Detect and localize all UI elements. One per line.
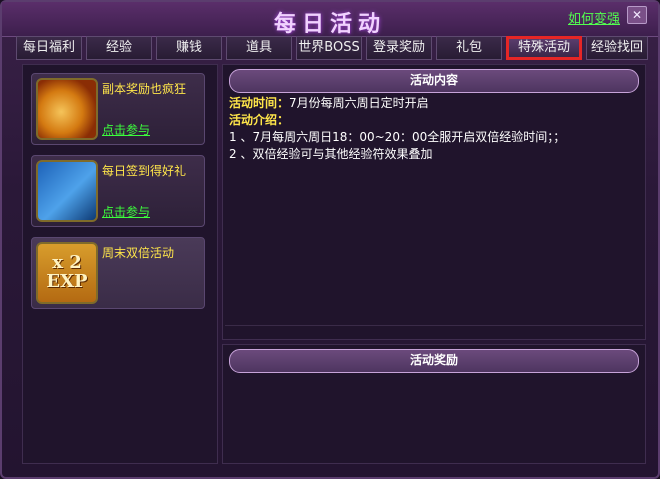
activity-time-label: 活动时间： <box>229 96 290 110</box>
close-icon: ✕ <box>631 8 643 22</box>
activity-rewards-header: 活动奖励 <box>229 349 639 373</box>
activity-content-panel: 活动内容 活动时间：7月份每周六周日定时开启 活动介绍： 1 、7月每周六周日1… <box>222 64 646 340</box>
activity-intro-line: 1 、7月每周六周日18：00~20：00全服开启双倍经验时间；； <box>229 130 566 144</box>
join-link[interactable]: 点击参与 <box>102 121 150 138</box>
join-link[interactable]: 点击参与 <box>102 203 150 220</box>
close-button[interactable]: ✕ <box>627 6 647 24</box>
daily-activity-window: 每日活动 如何变强 ✕ 每日福利 经验 赚钱 道具 世界BOSS 登录奖励 礼包… <box>0 0 660 479</box>
exp-text: EXP <box>46 271 88 292</box>
tab-experience-recovery[interactable]: 经验找回 <box>586 36 648 60</box>
activity-title: 副本奖励也疯狂 <box>102 82 187 96</box>
tab-special-events[interactable]: 特殊活动 <box>506 36 582 60</box>
tab-login-rewards[interactable]: 登录奖励 <box>366 36 432 60</box>
tab-gift-packs[interactable]: 礼包 <box>436 36 502 60</box>
how-to-get-stronger-link[interactable]: 如何变强 <box>568 8 620 27</box>
multiplier-text: x 2 <box>52 252 82 273</box>
activity-rewards-panel: 活动奖励 <box>222 344 646 464</box>
activity-intro-line: 2 、双倍经验可与其他经验符效果叠加 <box>229 147 433 161</box>
activity-content-header: 活动内容 <box>229 69 639 93</box>
activity-title: 每日签到得好礼 <box>102 164 187 178</box>
activity-intro-label: 活动介绍： <box>229 113 290 127</box>
activity-card-weekend-double-exp[interactable]: x 2 EXP 周末双倍活动 <box>31 237 205 309</box>
activity-title: 周末双倍活动 <box>102 246 175 260</box>
activity-intro-row: 活动介绍： <box>229 112 639 129</box>
book-quill-icon <box>36 160 98 222</box>
tab-world-boss[interactable]: 世界BOSS <box>296 36 362 60</box>
tab-earn-money[interactable]: 赚钱 <box>156 36 222 60</box>
content-divider <box>225 325 643 326</box>
title-bar: 每日活动 如何变强 ✕ <box>2 2 658 37</box>
double-exp-icon: x 2 EXP <box>36 242 98 304</box>
activity-time-row: 活动时间：7月份每周六周日定时开启 <box>229 95 639 112</box>
tab-bar: 每日福利 经验 赚钱 道具 世界BOSS 登录奖励 礼包 特殊活动 经验找回 <box>16 36 648 60</box>
activity-card-daily-checkin[interactable]: 每日签到得好礼 点击参与 <box>31 155 205 227</box>
tab-experience[interactable]: 经验 <box>86 36 152 60</box>
activity-details: 活动时间：7月份每周六周日定时开启 活动介绍： 1 、7月每周六周日18：00~… <box>229 95 639 163</box>
tab-items[interactable]: 道具 <box>226 36 292 60</box>
window-title: 每日活动 <box>273 12 386 37</box>
tab-daily-welfare[interactable]: 每日福利 <box>16 36 82 60</box>
activity-card-dungeon-rewards[interactable]: 副本奖励也疯狂 点击参与 <box>31 73 205 145</box>
double-exp-badge: x 2 EXP <box>38 244 96 302</box>
money-bag-icon <box>36 78 98 140</box>
activity-time-value: 7月份每周六周日定时开启 <box>289 96 429 110</box>
activity-list-panel: 副本奖励也疯狂 点击参与 每日签到得好礼 点击参与 x 2 EXP 周末双倍活动 <box>22 64 218 464</box>
